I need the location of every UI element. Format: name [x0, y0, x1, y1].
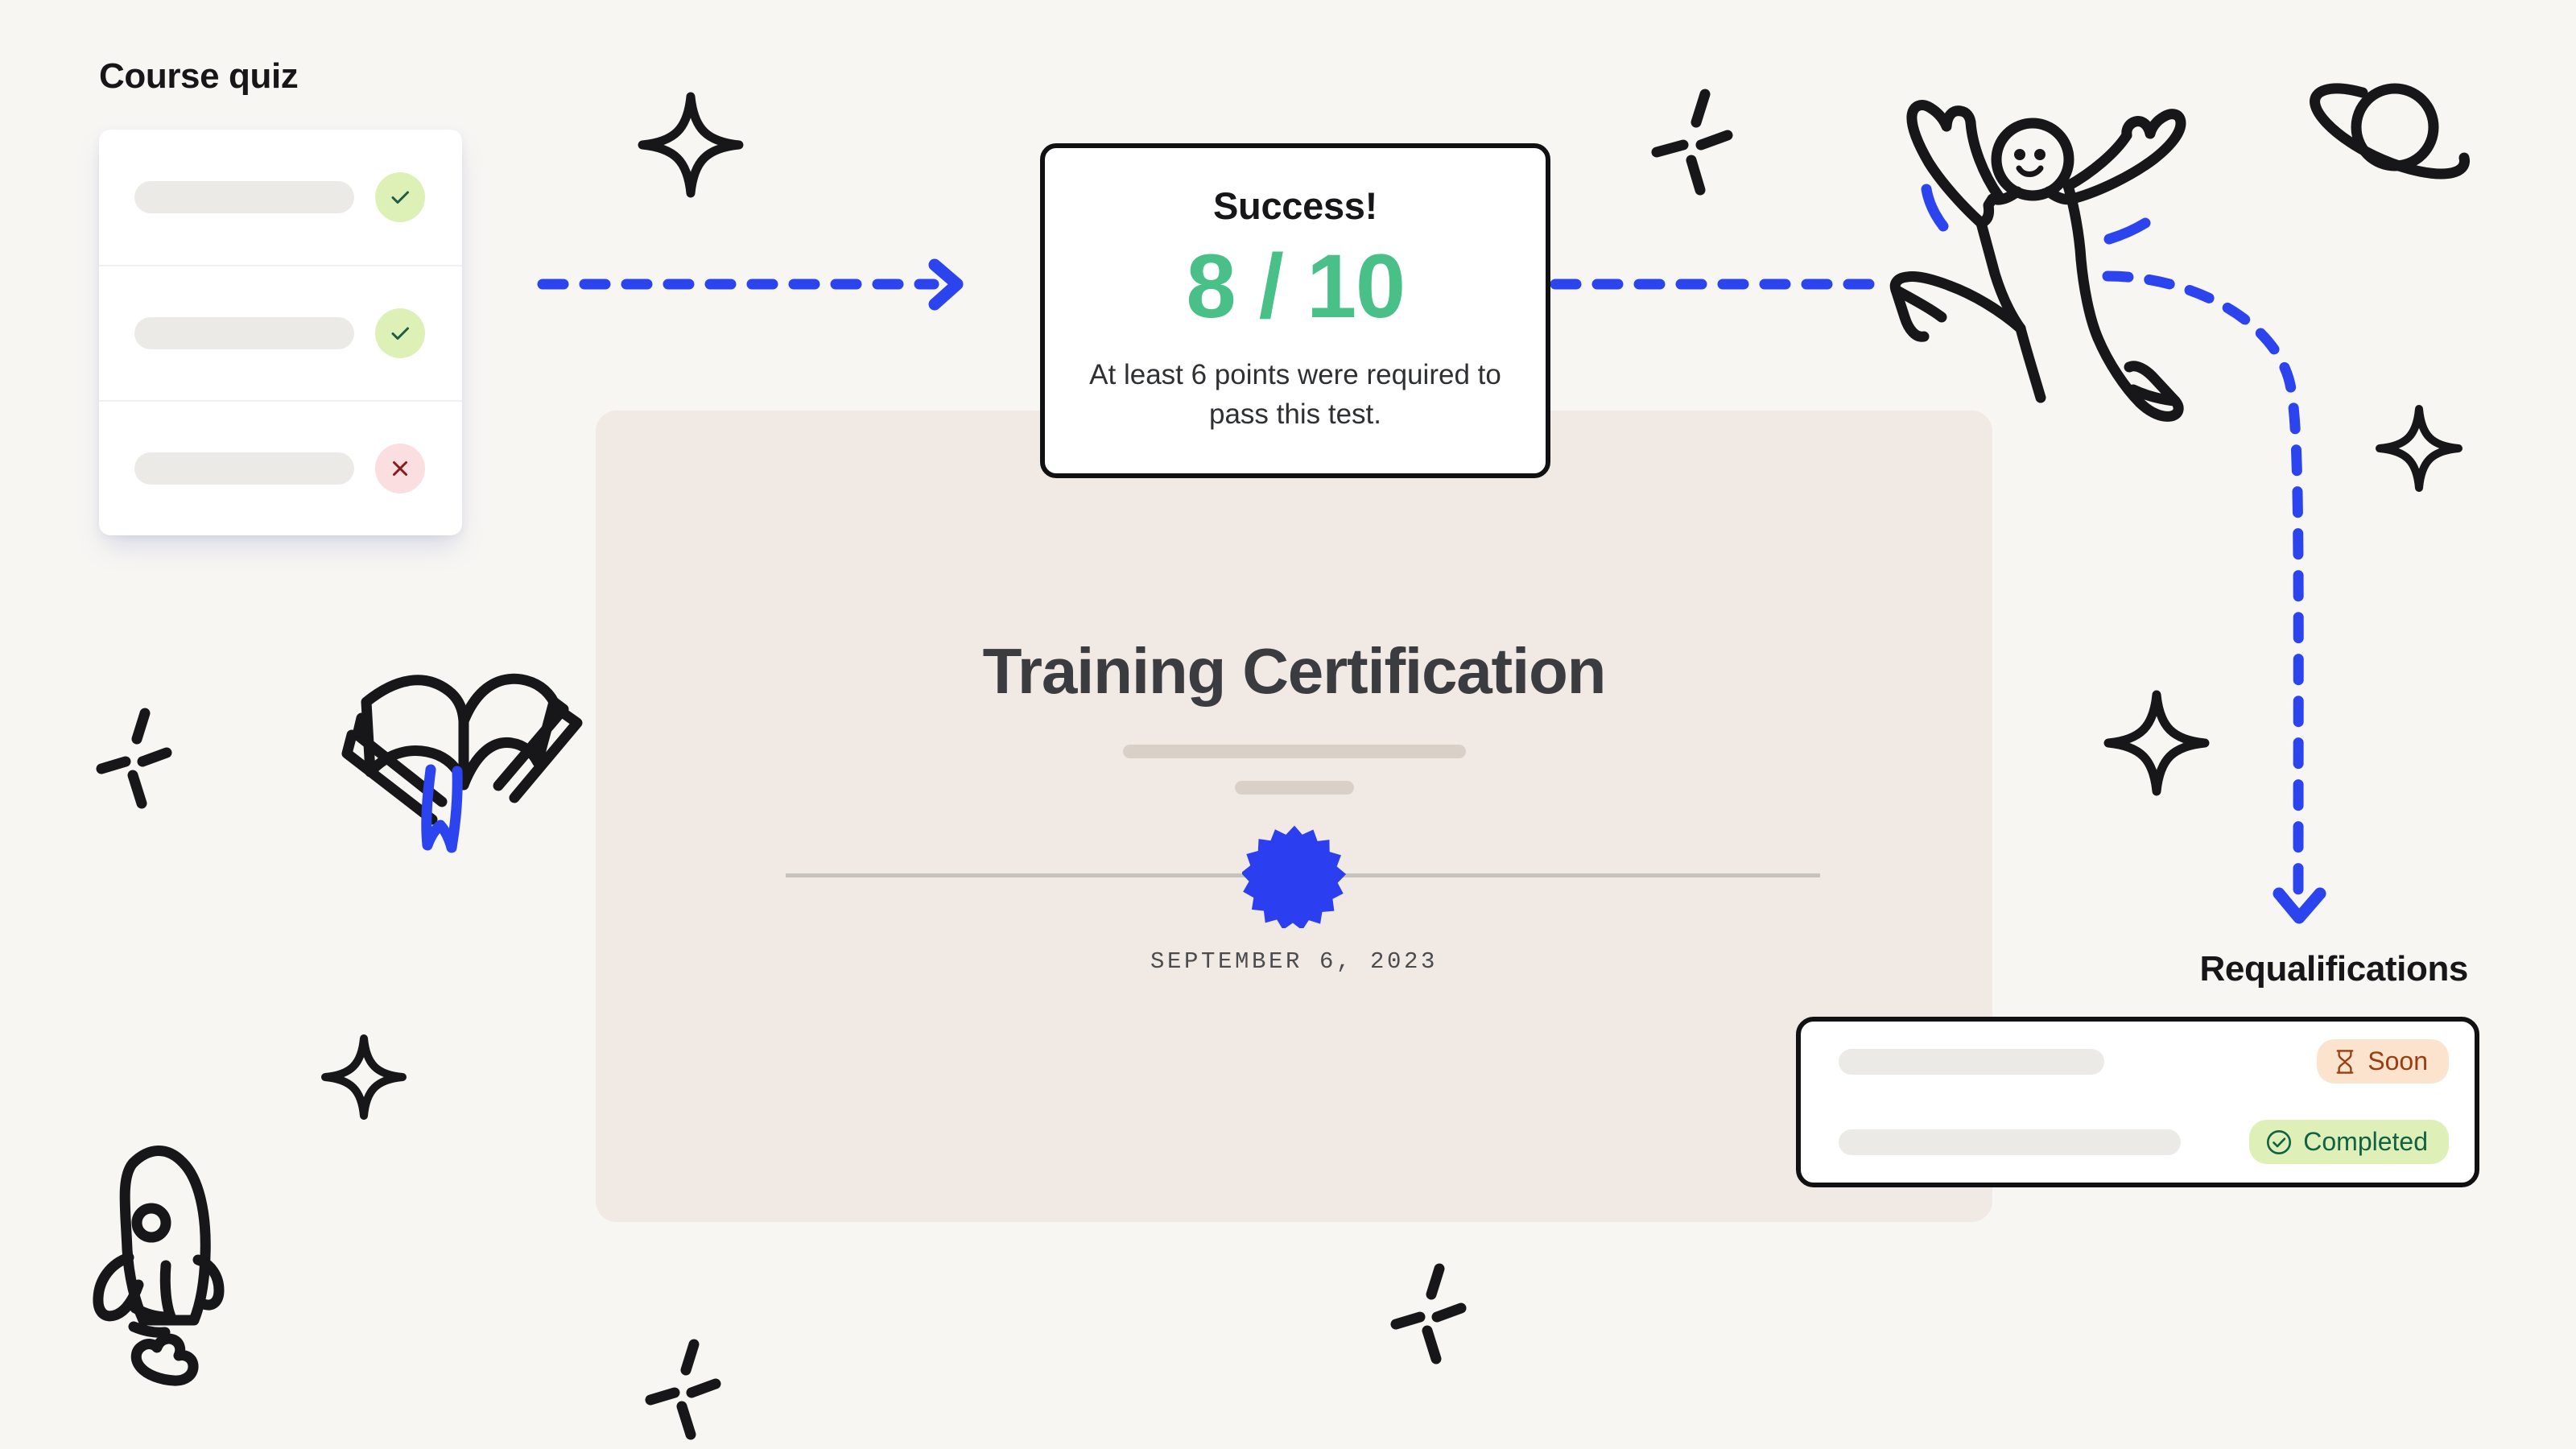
certificate-detail-placeholder: [1234, 781, 1354, 795]
close-icon: [393, 460, 407, 476]
quiz-row[interactable]: [99, 399, 462, 535]
certificate-date: SEPTEMBER 6, 2023: [1150, 948, 1439, 975]
status-badge-label: Completed: [2303, 1127, 2428, 1157]
quiz-result-badge-correct: [375, 171, 425, 222]
requalifications-section: Requalifications Soon Completed: [1796, 949, 2479, 1187]
check-icon: [391, 191, 409, 204]
certificate-subtitle-placeholder: [1122, 745, 1466, 758]
requalification-name-placeholder: [1839, 1129, 2181, 1155]
sparkle-cross-icon: [645, 1339, 721, 1440]
open-book-icon: [341, 673, 583, 853]
requalification-row[interactable]: Soon: [1801, 1022, 2475, 1102]
sparkle-cross-icon: [1651, 89, 1733, 196]
celebrating-person-icon: [1889, 100, 2186, 422]
success-result-card: Success! 8 / 10 At least 6 points were r…: [1040, 143, 1550, 478]
quiz-result-badge-correct: [375, 308, 425, 358]
sparkle-cross-icon: [96, 708, 172, 809]
check-icon: [391, 327, 409, 340]
certificate-title: Training Certification: [982, 635, 1607, 707]
quiz-question-placeholder: [134, 452, 354, 485]
quiz-row[interactable]: [99, 130, 462, 265]
quiz-question-placeholder: [134, 180, 354, 213]
requalifications-title: Requalifications: [2199, 949, 2469, 989]
course-quiz-section: Course quiz: [99, 56, 462, 535]
sparkle-star-icon: [2103, 690, 2210, 796]
dashed-arrow-right-icon: [537, 258, 964, 311]
starburst-seal-icon: [1241, 825, 1346, 928]
success-title: Success!: [1212, 184, 1377, 227]
dashed-arrow-curved-down-icon: [2102, 270, 2326, 924]
requalifications-card: Soon Completed: [1796, 1016, 2479, 1187]
status-badge-completed: Completed: [2249, 1120, 2449, 1165]
sparkle-star-icon: [638, 92, 744, 198]
certificate-panel: Training Certification SEPTEMBER 6, 2023: [596, 411, 1992, 1222]
circle-check-icon: [2267, 1129, 2292, 1154]
success-note: At least 6 points were required to pass …: [1089, 358, 1501, 431]
quiz-result-badge-incorrect: [375, 443, 425, 493]
requalification-row[interactable]: Completed: [1801, 1102, 2475, 1183]
course-quiz-title: Course quiz: [99, 56, 299, 96]
hourglass-icon: [2336, 1049, 2354, 1074]
saturn-planet-icon: [2310, 83, 2470, 180]
status-badge-label: Soon: [2368, 1046, 2428, 1076]
quiz-question-placeholder: [134, 316, 354, 349]
status-badge-soon: Soon: [2317, 1039, 2449, 1084]
requalification-name-placeholder: [1839, 1048, 2104, 1075]
quiz-row[interactable]: [99, 264, 462, 400]
page-canvas: Course quiz Success! 8 / 10 At least 6 p…: [0, 0, 2576, 1449]
sparkle-star-icon: [321, 1034, 407, 1120]
sparkle-cross-icon: [1390, 1263, 1467, 1364]
rocket-icon: [93, 1146, 225, 1386]
success-score: 8 / 10: [1186, 236, 1406, 336]
course-quiz-card: [99, 129, 462, 535]
sparkle-star-icon: [2376, 405, 2462, 492]
